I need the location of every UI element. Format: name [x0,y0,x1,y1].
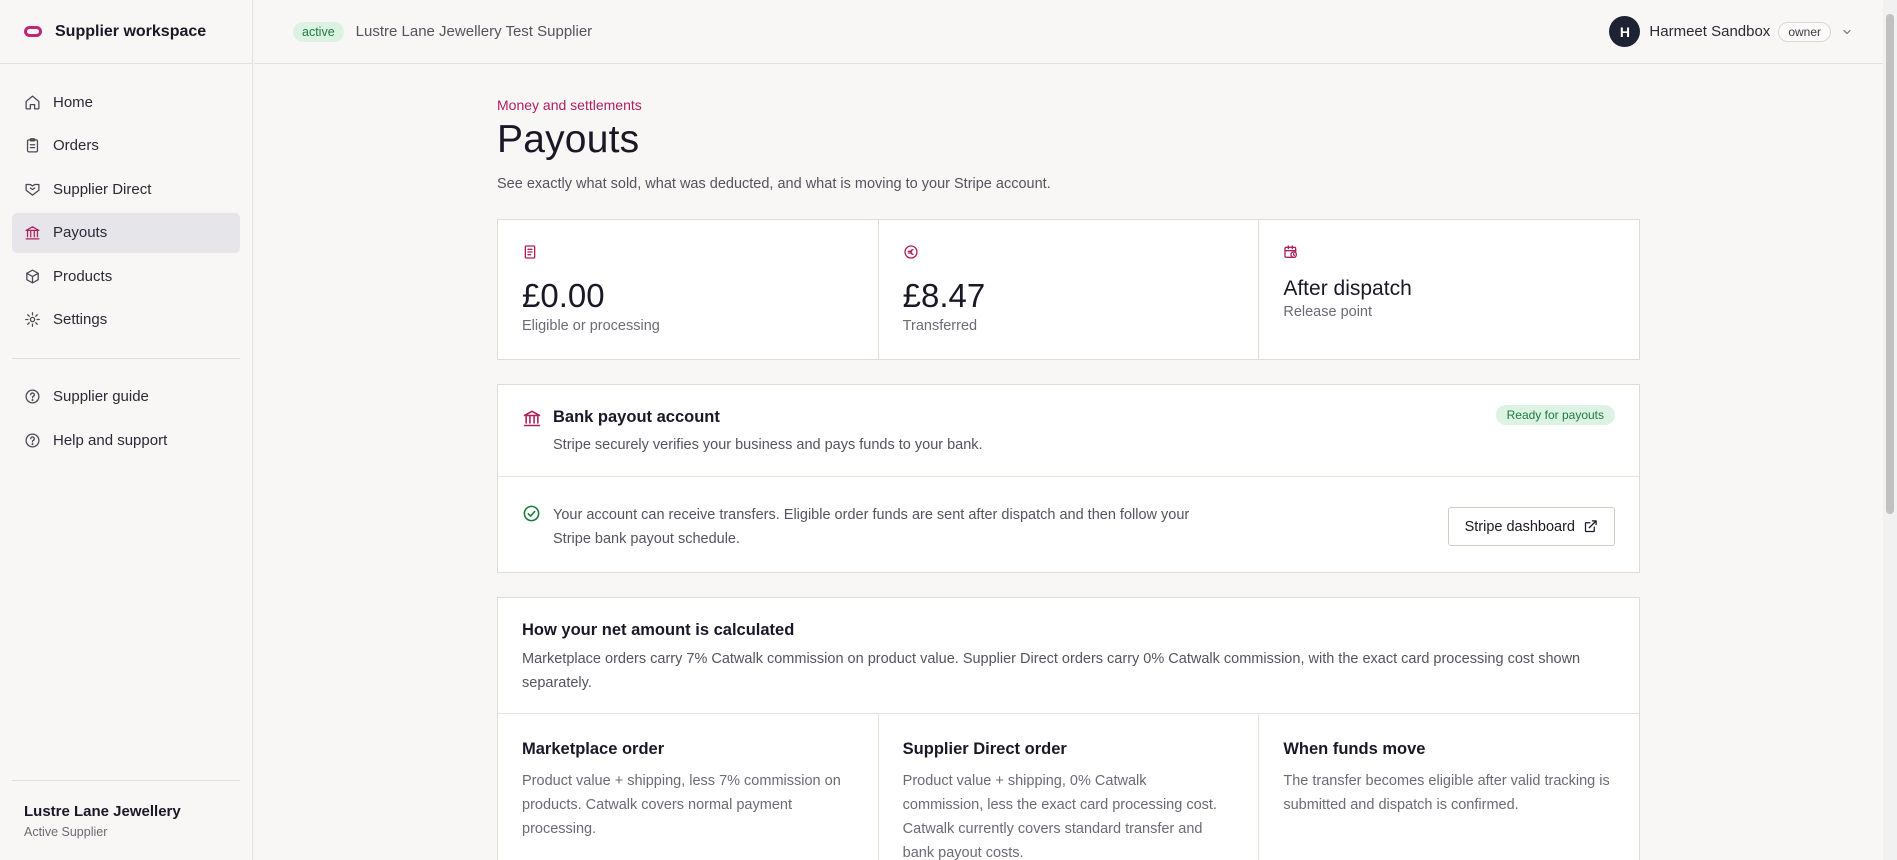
bank-card-title: Bank payout account [553,408,720,426]
bank-payout-account-card: Bank payout account Stripe securely veri… [497,384,1640,573]
user-menu[interactable]: H Harmeet Sandbox owner [1609,16,1853,47]
column-line: commission, less the exact card processi… [902,797,1217,813]
net-amount-description: Marketplace orders carry 7% Catwalk comm… [522,647,1615,695]
sidebar-item-settings[interactable]: Settings [12,300,240,340]
bank-icon [523,410,541,427]
sidebar-item-label: Products [53,267,113,285]
chevron-down-icon[interactable] [1841,26,1853,38]
sidebar-item-label: Home [53,93,94,111]
status-badge: active [293,21,344,42]
stat-transferred: £8.47 Transferred [879,220,1260,359]
bank-card-body: Your account can receive transfers. Elig… [498,477,1639,573]
column-line: The transfer becomes eligible after vali… [1283,773,1610,789]
net-amount-header: How your net amount is calculated Market… [498,598,1639,714]
sidebar-item-label: Settings [53,311,108,329]
page-subtitle: See exactly what sold, what was deducted… [497,176,1051,192]
sidebar-item-label: Supplier Direct [53,180,152,198]
stat-value: £8.47 [902,277,986,314]
column-title: Marketplace order [522,740,665,758]
sidebar-item-label: Help and support [53,432,168,450]
payout-stats: £0.00 Eligible or processing £8.47 Trans… [497,219,1640,360]
topbar: active Lustre Lane Jewellery Test Suppli… [254,0,1883,64]
sidebar-item-label: Supplier guide [53,388,149,406]
sidebar-item-supplier-direct[interactable]: Supplier Direct [12,169,240,209]
stripe-dashboard-button[interactable]: Stripe dashboard [1447,507,1615,546]
gear-icon [24,311,41,328]
avatar: H [1609,16,1641,47]
column-line: Catwalk currently covers standard transf… [902,821,1203,837]
sidebar-item-home[interactable]: Home [12,82,240,122]
sidebar-item-label: Payouts [53,224,108,242]
bank-icon [24,224,41,241]
sidebar-item-help-support[interactable]: Help and support [12,421,240,461]
page-title: Payouts [497,118,640,161]
supplier-name: Lustre Lane Jewellery Test Supplier [355,23,593,40]
nav-divider [12,357,240,359]
sidebar: Supplier workspace Home Orders Supplier … [0,0,253,860]
page-eyebrow: Money and settlements [497,97,642,113]
sidebar-nav: Home Orders Supplier Direct Payouts Prod… [0,64,252,461]
sidebar-item-orders[interactable]: Orders [12,126,240,166]
bank-card-header: Bank payout account Stripe securely veri… [498,385,1639,477]
stat-value: After dispatch [1283,277,1412,300]
column-text: The transfer becomes eligible after vali… [1283,769,1615,817]
column-title: When funds move [1283,740,1426,758]
account-name: Lustre Lane Jewellery [24,803,181,820]
brand[interactable]: Supplier workspace [0,0,252,64]
column-line: submitted and dispatch is confirmed. [1283,797,1519,813]
description-line: Marketplace orders carry 7% Catwalk comm… [522,651,1581,667]
catwalk-logo-icon [24,26,42,37]
external-link-icon [1584,520,1597,533]
stat-label: Eligible or processing [522,318,660,334]
document-icon [524,245,536,259]
column-text: Product value + shipping, less 7% commis… [522,769,854,841]
supplier-direct-order-column: Supplier Direct order Product value + sh… [879,714,1260,860]
sidebar-item-label: Orders [53,137,99,155]
home-icon [24,94,41,111]
stat-label: Release point [1283,304,1373,320]
column-line: Product value + shipping, less 7% commis… [522,773,841,789]
help-circle-icon [24,388,41,405]
clipboard-icon [24,137,41,154]
stat-label: Transferred [902,318,978,334]
stat-eligible: £0.00 Eligible or processing [498,220,879,359]
bank-status-message: Your account can receive transfers. Elig… [553,503,1253,551]
scrollbar[interactable] [1883,0,1897,860]
user-name: Harmeet Sandbox [1649,23,1771,40]
box-icon [24,268,41,285]
ready-for-payouts-badge: Ready for payouts [1495,405,1615,425]
stat-release-point: After dispatch Release point [1259,220,1639,359]
bank-status-line: Stripe bank payout schedule. [553,531,741,547]
calendar-clock-icon [1284,245,1298,258]
scrollbar-thumb[interactable] [1886,14,1894,514]
sidebar-account[interactable]: Lustre Lane Jewellery Active Supplier [12,780,240,860]
role-badge: owner [1778,21,1831,42]
stripe-dashboard-label: Stripe dashboard [1464,518,1575,535]
check-circle-icon [523,505,540,522]
handshake-icon [24,181,41,198]
when-funds-move-column: When funds move The transfer becomes eli… [1259,714,1639,860]
sidebar-item-products[interactable]: Products [12,256,240,296]
column-text: Product value + shipping, 0% Catwalk com… [903,769,1235,860]
marketplace-order-column: Marketplace order Product value + shippi… [498,714,879,860]
description-line: separately. [522,675,592,691]
bank-status-line: Your account can receive transfers. Elig… [553,507,1190,523]
column-line: processing. [522,821,597,837]
column-title: Supplier Direct order [902,740,1067,758]
stat-value: £0.00 [522,277,605,314]
column-line: Product value + shipping, 0% Catwalk [902,773,1147,789]
bank-card-description: Stripe securely verifies your business a… [553,437,983,453]
column-line: bank payout costs. [902,845,1024,860]
sidebar-item-payouts[interactable]: Payouts [12,212,240,253]
brand-title: Supplier workspace [55,22,207,40]
help-circle-icon [24,432,41,449]
account-role: Active Supplier [24,825,108,839]
net-amount-columns: Marketplace order Product value + shippi… [498,714,1639,860]
sidebar-item-supplier-guide[interactable]: Supplier guide [12,377,240,417]
currency-icon [904,245,918,259]
net-amount-title: How your net amount is calculated [522,621,795,639]
column-line: products. Catwalk covers normal payment [522,797,792,813]
net-amount-card: How your net amount is calculated Market… [497,597,1640,860]
